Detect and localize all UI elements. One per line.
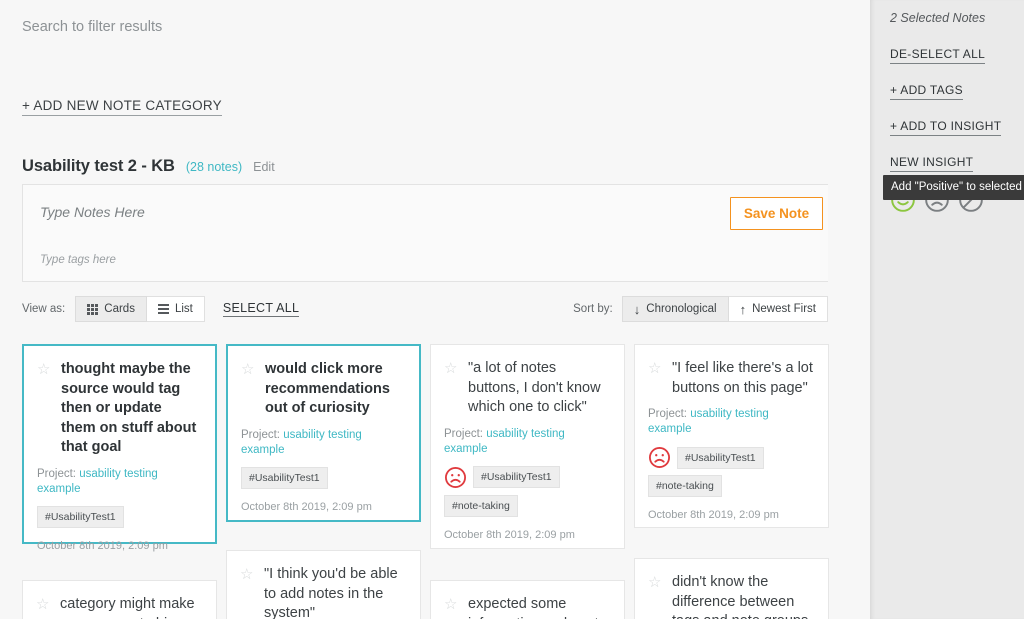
add-tags-link[interactable]: + ADD TAGS [890, 83, 963, 100]
note-card-project: Project: usability testing example [241, 428, 404, 458]
tag-chip[interactable]: #note-taking [444, 494, 518, 517]
note-card-header: ☆ didn't know the difference between tags… [648, 573, 813, 619]
project-label: Project: [648, 408, 687, 420]
arrow-up-icon: ↑ [739, 301, 747, 317]
save-note-button[interactable]: Save Note [730, 197, 823, 230]
note-card-date: October 8th 2019, 2:09 pm [444, 528, 575, 541]
note-card-header: ☆ expected some information on how to [444, 595, 609, 619]
note-card-header: ☆ would click more recommendations out of… [241, 360, 404, 419]
note-card-project: Project: usability testing example [37, 467, 200, 497]
view-cards-label: Cards [104, 303, 135, 315]
note-card-date: October 8th 2019, 2:09 pm [648, 509, 779, 521]
star-icon[interactable]: ☆ [37, 362, 52, 377]
note-card-project: Project: usability testing example [648, 407, 813, 437]
de-select-all-link[interactable]: DE-SELECT ALL [890, 47, 986, 64]
negative-frown-icon[interactable] [648, 446, 671, 469]
star-icon[interactable]: ☆ [648, 575, 663, 590]
select-all-link[interactable]: SELECT ALL [222, 301, 300, 317]
page-title: Usability test 2 - KB [22, 157, 175, 175]
note-card-text: "I think you'd be able to add notes in t… [264, 566, 398, 619]
note-card-text: didn't know the difference between tags … [672, 574, 808, 619]
tag-chip[interactable]: #UsabilityTest1 [241, 466, 328, 489]
sort-chronological-label: Chronological [646, 303, 717, 315]
note-card-date: October 8th 2019, 2:09 pm [241, 500, 372, 513]
notes-main-panel: + ADD NEW NOTE CATEGORY Usability test 2… [0, 0, 870, 619]
view-list-label: List [174, 303, 193, 315]
view-cards-button[interactable]: Cards [75, 296, 147, 322]
project-label: Project: [444, 427, 483, 440]
search-input[interactable] [22, 19, 522, 35]
note-card[interactable]: ☆ category might make more sense to him t… [22, 580, 217, 619]
note-card[interactable]: ☆ would click more recommendations out of… [226, 344, 421, 522]
note-card-text: "a lot of notes buttons, I don't know wh… [468, 360, 601, 415]
note-card-text: would click more recommendations out of … [265, 361, 390, 416]
edit-category-link[interactable]: Edit [253, 160, 275, 174]
star-icon[interactable]: ☆ [241, 362, 256, 377]
note-card[interactable]: ☆ thought maybe the source would tag then… [22, 344, 217, 552]
note-card-text: expected some information on how to [468, 596, 607, 619]
star-icon[interactable]: ☆ [444, 361, 459, 376]
note-card-header: ☆ "I feel like there's a lot buttons on t… [648, 359, 813, 398]
note-card[interactable]: ☆ "a lot of notes buttons, I don't know w… [430, 344, 625, 549]
project-label: Project: [37, 467, 76, 480]
sort-by-label: Sort by: [573, 303, 613, 315]
note-card[interactable]: ☆ didn't know the difference between tags… [634, 558, 829, 619]
star-icon[interactable]: ☆ [240, 567, 255, 582]
view-sort-toolbar: View as: Cards List SELECT ALL Sort by: … [22, 296, 828, 322]
star-icon[interactable]: ☆ [444, 597, 459, 612]
note-card-tags: #UsabilityTest1 #note-taking [648, 446, 813, 497]
note-composer: Save Note [22, 184, 828, 282]
tag-chip[interactable]: #UsabilityTest1 [677, 446, 764, 469]
project-label: Project: [241, 428, 280, 441]
sort-chronological-button[interactable]: ↓ Chronological [621, 296, 729, 322]
note-card[interactable]: ☆ "I think you'd be able to add notes in … [226, 550, 421, 619]
tag-chip[interactable]: #UsabilityTest1 [37, 505, 124, 528]
sort-controls: Sort by: ↓ Chronological ↑ Newest First [573, 296, 828, 322]
note-card[interactable]: ☆ expected some information on how to [430, 580, 625, 619]
note-card-tags: #UsabilityTest1 [37, 505, 200, 528]
note-card-text: category might make more sense to him th… [60, 596, 195, 619]
add-to-insight-link[interactable]: + ADD TO INSIGHT [890, 119, 1002, 136]
sort-newest-first-button[interactable]: ↑ Newest First [728, 296, 828, 322]
note-card-tags: #UsabilityTest1 [241, 466, 404, 489]
category-header: Usability test 2 - KB (28 notes) Edit [22, 157, 275, 176]
add-new-note-category-link[interactable]: + ADD NEW NOTE CATEGORY [22, 98, 222, 116]
note-card-header: ☆ "a lot of notes buttons, I don't know w… [444, 359, 609, 418]
selected-notes-count: 2 Selected Notes [890, 11, 986, 25]
notes-card-grid: ☆ thought maybe the source would tag then… [0, 336, 870, 619]
note-card-header: ☆ thought maybe the source would tag then… [37, 360, 200, 458]
note-card-text: thought maybe the source would tag then … [61, 361, 197, 455]
sentiment-tooltip: Add "Positive" to selected notes [883, 175, 1024, 200]
sort-mode-group: ↓ Chronological ↑ Newest First [621, 296, 828, 322]
note-card-header: ☆ "I think you'd be able to add notes in … [240, 565, 405, 619]
note-card-date: October 8th 2019, 2:09 pm [37, 539, 168, 552]
note-count-label: (28 notes) [185, 160, 243, 174]
star-icon[interactable]: ☆ [36, 597, 51, 612]
tag-chip[interactable]: #note-taking [648, 475, 722, 497]
negative-frown-icon[interactable] [444, 466, 467, 489]
note-card[interactable]: ☆ "I feel like there's a lot buttons on t… [634, 344, 829, 528]
view-mode-group: Cards List [75, 296, 205, 322]
note-card-project: Project: usability testing example [444, 427, 609, 457]
note-card-header: ☆ category might make more sense to him t… [36, 595, 201, 619]
note-card-text: "I feel like there's a lot buttons on th… [672, 360, 813, 396]
tag-chip[interactable]: #UsabilityTest1 [473, 466, 560, 488]
search-bar [0, 0, 870, 36]
grid-icon [87, 303, 99, 315]
selection-sidebar: 2 Selected Notes DE-SELECT ALL + ADD TAG… [870, 0, 1024, 619]
new-insight-link[interactable]: NEW INSIGHT [890, 155, 974, 172]
sort-newest-first-label: Newest First [752, 303, 816, 315]
star-icon[interactable]: ☆ [648, 361, 663, 376]
view-controls: View as: Cards List SELECT ALL [22, 296, 300, 322]
note-text-input[interactable] [40, 203, 680, 237]
list-icon [157, 304, 169, 314]
view-as-label: View as: [22, 303, 66, 315]
arrow-down-icon: ↓ [633, 301, 641, 317]
note-card-tags: #UsabilityTest1 #note-taking [444, 466, 609, 517]
view-list-button[interactable]: List [146, 296, 205, 322]
note-tags-input[interactable] [40, 254, 500, 266]
